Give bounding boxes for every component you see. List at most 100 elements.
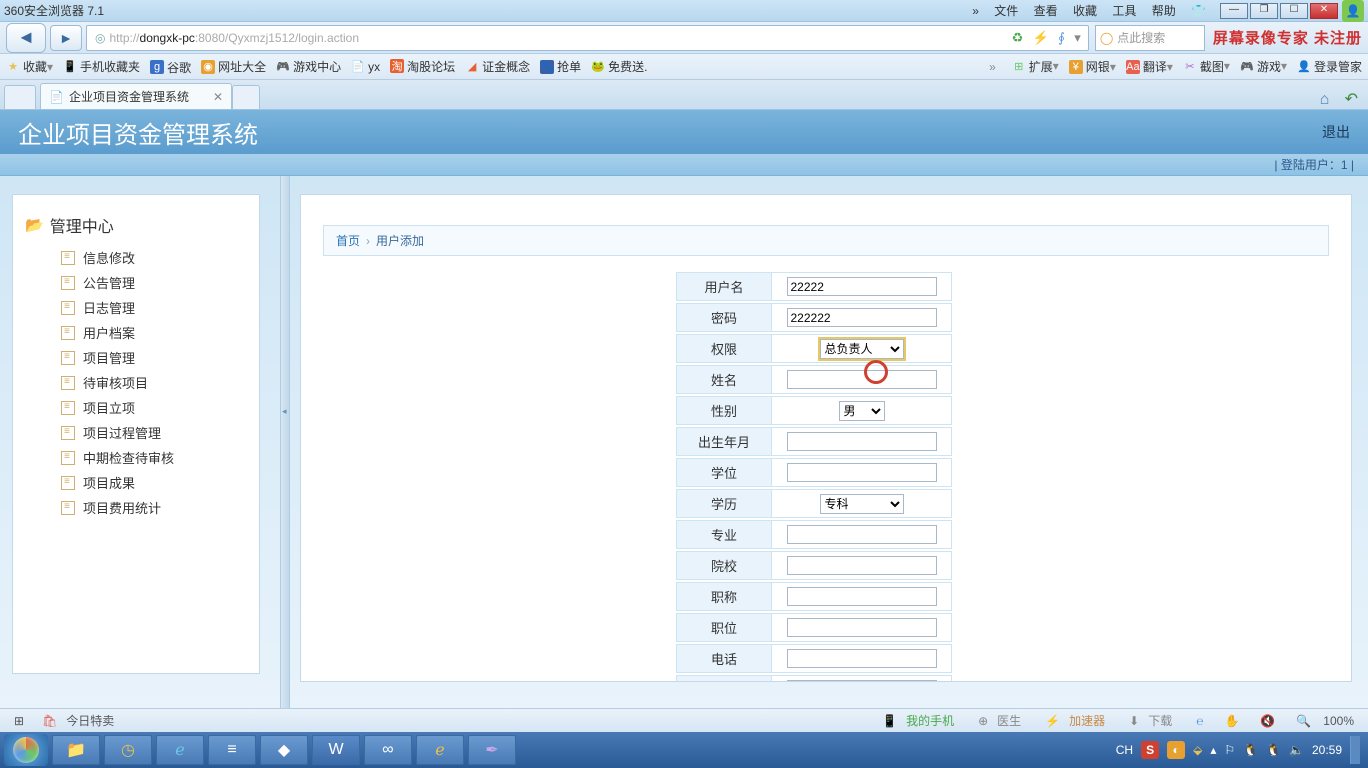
status-item[interactable]: ⬇下载 [1123,712,1178,729]
skin-icon[interactable]: 👕 [1191,4,1206,18]
bookmark-item[interactable]: ◉网址大全 [201,58,266,75]
text-input[interactable] [787,370,937,389]
bookmark-item[interactable]: 🐸免费送. [591,58,647,75]
sidebar-item[interactable]: 项目费用统计 [61,495,249,520]
show-desktop[interactable] [1350,736,1360,764]
start-button[interactable] [4,734,48,766]
select-input[interactable]: 专科 [820,494,904,514]
sogou-icon[interactable]: S [1141,741,1159,759]
select-input[interactable]: 总负责人 [820,339,904,359]
status-item[interactable]: ℮ [1190,714,1206,728]
task-app2[interactable]: ≡ [208,735,256,765]
sidebar-root[interactable]: 📂 管理中心 [23,209,249,245]
status-item[interactable]: ⚡加速器 [1039,712,1111,729]
tray-icon-2[interactable]: ⬙ [1193,743,1202,757]
bookmark-item[interactable]: 👤登录管家 [1297,58,1362,75]
menu-view[interactable]: 查看 [1034,4,1058,18]
task-app3[interactable]: ◆ [260,735,308,765]
search-box[interactable]: ◯ 点此搜索 [1095,25,1205,51]
bookmark-item[interactable]: 🐾抢单 [540,58,581,75]
status-item[interactable]: 🔇 [1254,714,1278,728]
text-input[interactable] [787,680,937,682]
text-input[interactable] [787,525,937,544]
sidebar-item[interactable]: 项目过程管理 [61,420,249,445]
status-item[interactable]: 📱我的手机 [876,712,960,729]
tab-close-icon[interactable]: ✕ [213,90,223,104]
bm-overflow[interactable]: » [989,60,996,74]
close-button[interactable]: ✕ [1310,3,1338,19]
status-item[interactable]: ✋ [1218,714,1242,728]
text-input[interactable] [787,649,937,668]
task-browser2[interactable]: ℯ [416,735,464,765]
task-app1[interactable]: ◷ [104,735,152,765]
task-explorer[interactable]: 📁 [52,735,100,765]
forward-button[interactable]: ► [50,25,82,51]
ime-label[interactable]: CH [1116,743,1133,757]
sidebar-item[interactable]: 待审核项目 [61,370,249,395]
menu-help[interactable]: 帮助 [1152,4,1176,18]
active-tab[interactable]: 📄 企业项目资金管理系统 ✕ [40,83,232,109]
text-input[interactable] [787,556,937,575]
bookmark-item[interactable]: 📱手机收藏夹 [63,58,140,75]
status-left[interactable]: 今日特卖 [66,712,114,729]
url-field[interactable]: ◎ http://dongxk-pc:8080/Qyxmzj1512/login… [86,25,1089,51]
new-tab-button[interactable] [232,85,260,109]
bookmark-item[interactable]: ⊞扩展 ▾ [1012,58,1059,75]
sidebar-item[interactable]: 公告管理 [61,270,249,295]
sidebar-item[interactable]: 项目管理 [61,345,249,370]
account-icon[interactable]: 👤 [1342,0,1364,22]
bookmark-item[interactable]: 📄yx [351,60,380,74]
task-app5[interactable]: ✒ [468,735,516,765]
dropdown-icon[interactable]: ▾ [1074,30,1081,45]
text-input[interactable] [787,432,937,451]
task-word[interactable]: W [312,735,360,765]
tray-flag-icon[interactable]: ⚐ [1224,743,1235,757]
bookmark-item[interactable]: 🎮游戏中心 [276,58,341,75]
maximize-button[interactable]: ☐ [1280,3,1308,19]
minimize-button[interactable]: — [1220,3,1248,19]
bookmark-item[interactable]: ★收藏 ▾ [6,58,53,75]
tray-icon-1[interactable]: ◐ [1167,741,1185,759]
bookmark-item[interactable]: Aa翻译 ▾ [1126,58,1173,75]
bookmark-item[interactable]: 淘淘股论坛 [390,58,455,75]
sidebar-item[interactable]: 信息修改 [61,245,249,270]
text-input[interactable] [787,277,937,296]
crumb-home[interactable]: 首页 [336,232,360,249]
bookmark-item[interactable]: ✂截图 ▾ [1183,58,1230,75]
sidebar-item[interactable]: 项目立项 [61,395,249,420]
sidebar-item[interactable]: 日志管理 [61,295,249,320]
sidebar-item[interactable]: 中期检查待审核 [61,445,249,470]
tray-vol-icon[interactable]: 🔈 [1289,743,1304,757]
text-input[interactable] [787,618,937,637]
logout-link[interactable]: 退出 [1322,122,1350,142]
menu-tools[interactable]: 工具 [1112,4,1136,18]
tray-up-icon[interactable]: ▴ [1210,743,1216,757]
undo-close-icon[interactable]: ↶ [1345,91,1358,108]
recycle-icon[interactable]: ♻ [1012,30,1024,45]
bookmark-item[interactable]: ¥网银 ▾ [1069,58,1116,75]
menu-file[interactable]: 文件 [994,4,1018,18]
back-button[interactable]: ◄ [6,23,46,53]
restore-button[interactable]: ❐ [1250,3,1278,19]
sidebar-item[interactable]: 项目成果 [61,470,249,495]
sidebar-item[interactable]: 用户档案 [61,320,249,345]
status-grid-icon[interactable]: ⊞ [14,714,24,728]
status-item[interactable]: ⊕医生 [972,712,1027,729]
compat-icon[interactable]: ∮ [1058,30,1065,45]
splitter[interactable] [280,176,290,708]
text-input[interactable] [787,587,937,606]
task-browser1[interactable]: ℯ [156,735,204,765]
tray-qq1-icon[interactable]: 🐧 [1243,743,1258,757]
tray-qq2-icon[interactable]: 🐧 [1266,743,1281,757]
text-input[interactable] [787,308,937,327]
select-input[interactable]: 男 [839,401,885,421]
tab-stub[interactable] [4,85,36,109]
zoom-icon[interactable]: 🔍 [1296,714,1311,728]
bookmark-item[interactable]: 🎮游戏 ▾ [1240,58,1287,75]
text-input[interactable] [787,463,937,482]
bookmark-item[interactable]: g谷歌 [150,59,191,76]
bookmark-item[interactable]: ◢证金概念 [465,58,530,75]
menu-favorites[interactable]: 收藏 [1073,4,1097,18]
home-icon[interactable]: ⌂ [1320,91,1330,108]
menu-more-icon[interactable]: » [972,4,979,18]
